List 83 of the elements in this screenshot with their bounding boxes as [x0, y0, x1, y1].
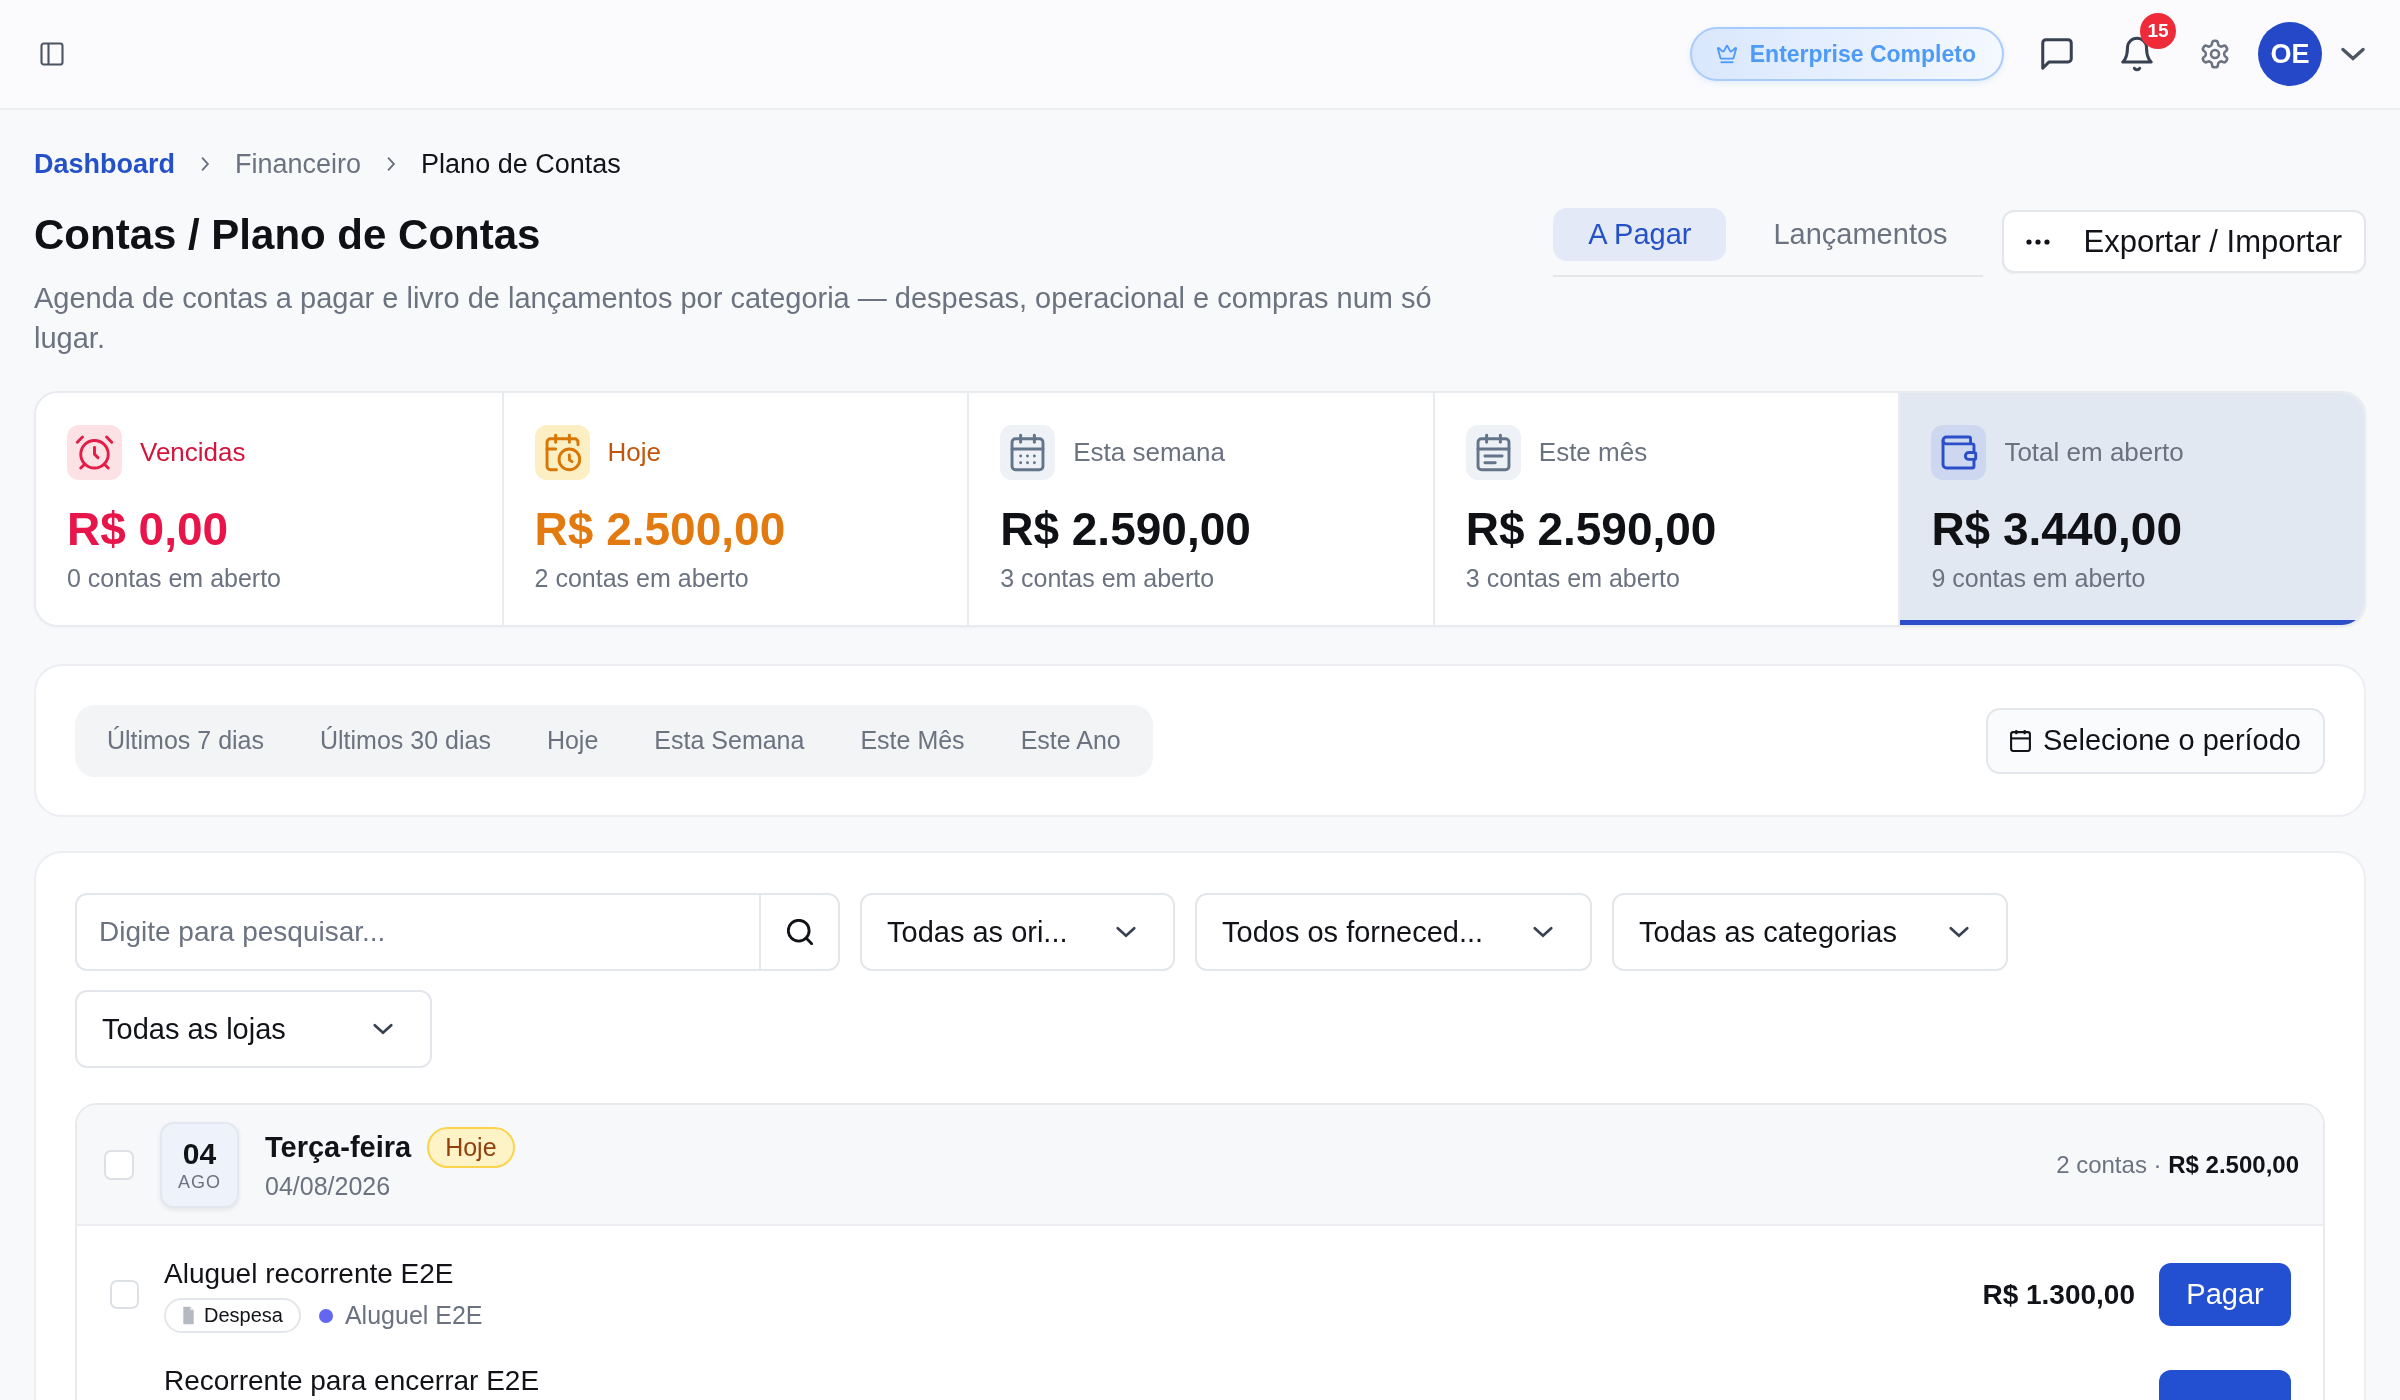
- period-chip[interactable]: Este Ano: [992, 708, 1149, 773]
- chevron-right-icon: [387, 157, 396, 171]
- card-amount: R$ 3.440,00: [1931, 502, 2183, 556]
- pay-button[interactable]: Pagar: [2159, 1263, 2291, 1326]
- crown-icon: [1715, 43, 1738, 65]
- date-day: 04: [182, 1136, 217, 1171]
- period-chip[interactable]: Últimos 7 dias: [79, 708, 292, 773]
- card-amount: R$ 2.500,00: [534, 502, 786, 556]
- summary-card[interactable]: Esta semana R$ 2.590,00 3 contas em aberto: [967, 393, 1433, 625]
- chat-icon: [2038, 35, 2076, 73]
- messages-button[interactable]: [2038, 35, 2076, 73]
- card-subtitle: 3 contas em aberto: [1465, 563, 1680, 594]
- chevron-down-icon: [1534, 927, 1552, 937]
- alarm-clock-icon: [67, 425, 122, 480]
- filter-dropdown[interactable]: Todas as lojas: [75, 990, 432, 1068]
- period-chip[interactable]: Este Mês: [832, 708, 993, 773]
- card-label: Esta semana: [1073, 437, 1225, 468]
- card-subtitle: 3 contas em aberto: [1000, 563, 1215, 594]
- card-subtitle: 2 contas em aberto: [534, 563, 749, 594]
- user-avatar[interactable]: OE: [2258, 22, 2322, 86]
- filter-dropdown[interactable]: Todos os forneced...: [1195, 893, 1592, 971]
- category-label: Aluguel E2E: [344, 1301, 483, 1330]
- tab[interactable]: A Pagar: [1553, 208, 1727, 261]
- card-label: Total em aberto: [2004, 437, 2184, 468]
- summary-card[interactable]: Hoje R$ 2.500,00 2 contas em aberto: [501, 393, 968, 625]
- document-icon: [182, 1306, 195, 1325]
- chevron-down-icon: [1117, 927, 1135, 937]
- breadcrumb-item: Plano de Contas: [421, 148, 621, 181]
- calendar-clock-icon: [534, 425, 590, 480]
- tab[interactable]: Lançamentos: [1738, 208, 1983, 261]
- search-field[interactable]: Digite para pesquisar...: [75, 893, 759, 971]
- more-icon: [2025, 238, 2050, 245]
- chevron-down-icon: [1950, 927, 1968, 937]
- weekday-title: Terça-feira: [265, 1130, 412, 1165]
- export-import-button[interactable]: Exportar / Importar: [2001, 210, 2366, 273]
- chevron-down-icon: [2342, 48, 2364, 60]
- bill-title: Aluguel recorrente E2E: [164, 1257, 454, 1291]
- card-subtitle: 9 contas em aberto: [1931, 563, 2146, 594]
- card-subtitle: 0 contas em aberto: [67, 563, 281, 594]
- today-badge: Hoje: [427, 1127, 515, 1168]
- page-description: Agenda de contas a pagar e livro de lançamentos por categoria — despesas, operacional e compras num só lugar.: [34, 281, 1433, 356]
- checkbox[interactable]: [110, 1280, 139, 1309]
- type-tag: Despesa: [164, 1298, 301, 1333]
- bell-icon: [2118, 35, 2156, 73]
- chevron-right-icon: [201, 157, 210, 171]
- settings-button[interactable]: [2199, 38, 2231, 70]
- calendar-icon: [2010, 729, 2031, 752]
- summary-card[interactable]: Este mês R$ 2.590,00 3 contas em aberto: [1432, 393, 1899, 625]
- card-amount: R$ 2.590,00: [1000, 502, 1251, 556]
- card-label: Hoje: [607, 437, 662, 468]
- bill-title: Recorrente para encerrar E2E: [164, 1364, 540, 1398]
- period-chip[interactable]: Hoje: [518, 708, 627, 773]
- card-amount: R$ 2.590,00: [1465, 502, 1717, 556]
- sidebar-toggle-button[interactable]: [38, 40, 66, 68]
- search-button[interactable]: [759, 893, 840, 971]
- bill-amount: R$ 1.300,00: [1982, 1278, 2135, 1311]
- breadcrumb-item[interactable]: Dashboard: [34, 146, 176, 182]
- search-icon: [786, 919, 813, 945]
- calendar-icon: [1465, 425, 1521, 480]
- notifications-button[interactable]: [2118, 35, 2156, 73]
- date-range-button[interactable]: Selecione o período: [1986, 707, 2325, 774]
- breadcrumb-item[interactable]: Financeiro: [235, 146, 362, 182]
- filter-dropdown[interactable]: Todas as ori...: [860, 893, 1175, 971]
- group-date: 04/08/2026: [265, 1171, 391, 1202]
- period-chip[interactable]: Esta Semana: [626, 708, 833, 773]
- wallet-icon: [1931, 425, 1987, 480]
- card-label: Este mês: [1538, 437, 1648, 468]
- user-menu-button[interactable]: [2342, 48, 2364, 60]
- summary-card[interactable]: Vencidas R$ 0,00 0 contas em aberto: [36, 393, 502, 625]
- calendar-icon: [1000, 425, 1056, 480]
- filter-dropdown[interactable]: Todas as categorias: [1612, 893, 2008, 971]
- checkbox[interactable]: [104, 1149, 134, 1180]
- sidebar-toggle-icon: [38, 40, 66, 68]
- chevron-down-icon: [374, 1024, 392, 1034]
- notification-count-badge: 15: [2140, 13, 2176, 49]
- group-summary: 2 contas · R$ 2.500,00: [2056, 1150, 2299, 1179]
- page-title: Contas / Plano de Contas: [34, 210, 542, 260]
- date-month: AGO: [178, 1170, 221, 1193]
- card-amount: R$ 0,00: [67, 502, 229, 556]
- card-label: Vencidas: [140, 437, 246, 468]
- period-chip[interactable]: Últimos 30 dias: [292, 708, 519, 773]
- summary-card[interactable]: Total em aberto R$ 3.440,00 9 contas em aberto: [1898, 393, 2364, 625]
- settings-icon: [2199, 38, 2231, 70]
